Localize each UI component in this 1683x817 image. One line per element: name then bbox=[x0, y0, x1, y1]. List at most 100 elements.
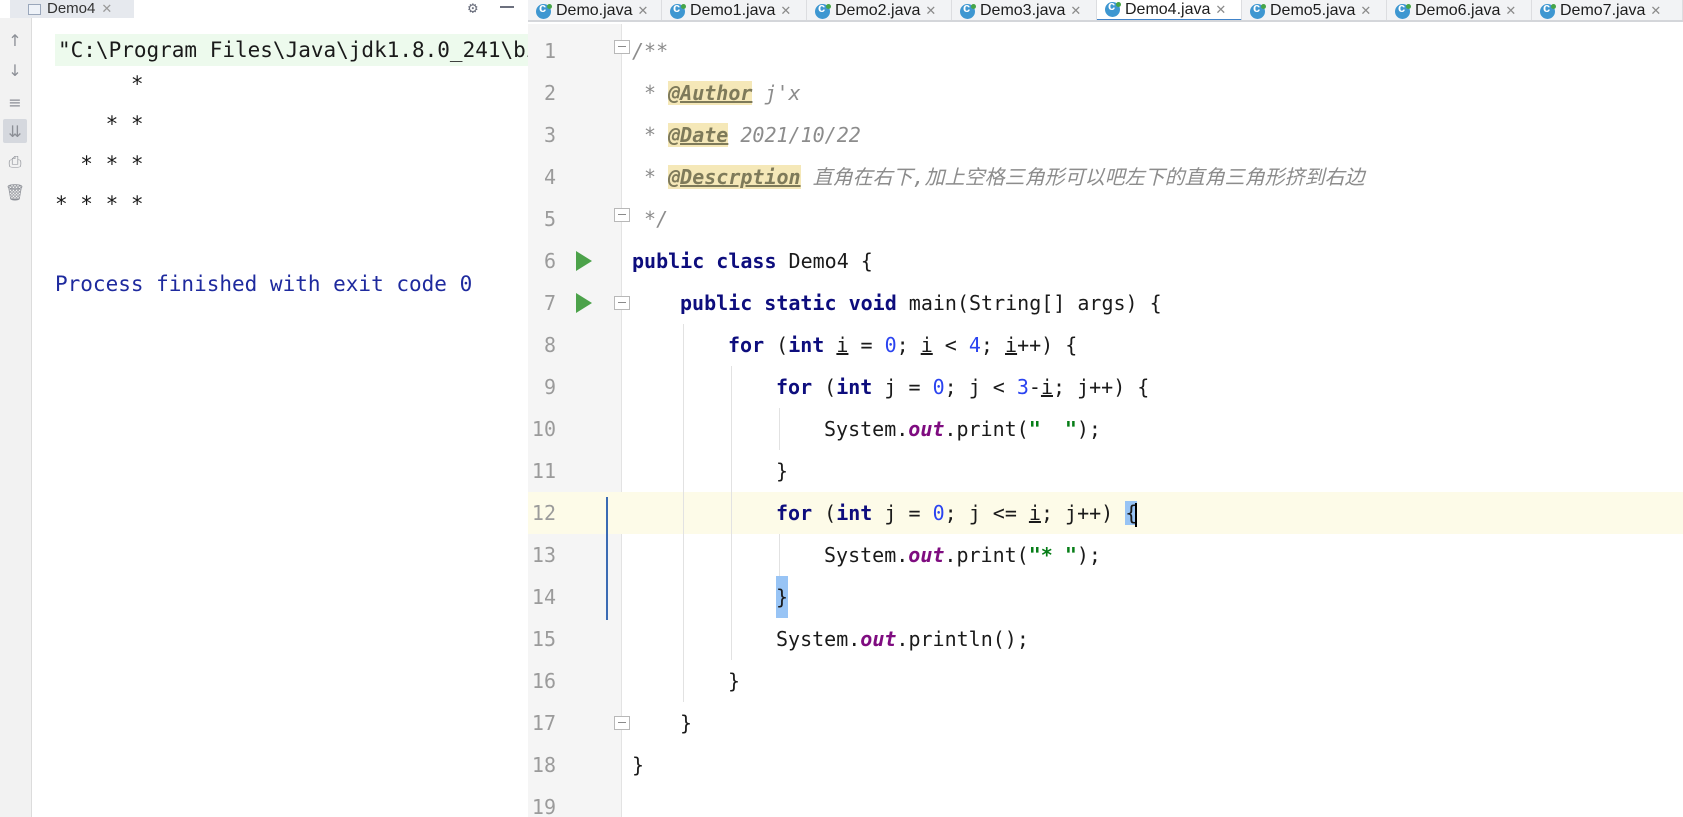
close-icon[interactable]: ✕ bbox=[1070, 3, 1081, 19]
run-tab-demo4[interactable]: Demo4 ✕ bbox=[10, 0, 134, 18]
code-line[interactable]: 4 * @Descrption 直角在右下,加上空格三角形可以吧左下的直角三角形… bbox=[528, 156, 1683, 198]
code-line[interactable]: 3 * @Date 2021/10/22 bbox=[528, 114, 1683, 156]
tab-demo3-java[interactable]: Demo3.java ✕ bbox=[952, 0, 1097, 20]
tab-label: Demo.java bbox=[556, 2, 633, 19]
tab-demo2-java[interactable]: Demo2.java ✕ bbox=[807, 0, 952, 20]
tab-label: Demo5.java bbox=[1270, 2, 1356, 19]
minimize-icon[interactable] bbox=[500, 6, 514, 8]
close-icon[interactable]: ✕ bbox=[780, 3, 791, 19]
code-text: } bbox=[632, 753, 645, 777]
tab-label: Demo7.java bbox=[1560, 2, 1646, 19]
tab-demo6-java[interactable]: Demo6.java ✕ bbox=[1387, 0, 1532, 20]
code-line[interactable]: 11 } bbox=[528, 450, 1683, 492]
java-class-icon bbox=[1250, 0, 1266, 19]
line-number: 12 bbox=[531, 501, 556, 525]
gear-icon[interactable]: ⚙ bbox=[468, 0, 478, 17]
static-field: out bbox=[860, 627, 897, 651]
close-icon[interactable]: ✕ bbox=[101, 1, 112, 17]
tab-demo5-java[interactable]: Demo5.java ✕ bbox=[1242, 0, 1387, 20]
tab-demo4-java[interactable]: Demo4.java ✕ bbox=[1097, 0, 1242, 20]
arrow-down-icon[interactable]: ↓ bbox=[3, 58, 27, 82]
code-line[interactable]: 14 } bbox=[528, 576, 1683, 618]
console-output-line: * * * * bbox=[55, 192, 144, 216]
soft-wrap-icon[interactable]: ≡ bbox=[3, 90, 27, 114]
matched-brace: } bbox=[776, 576, 789, 618]
run-toolbar: ↑ ↓ ≡ ⇊ ⎙ 🗑 bbox=[0, 18, 32, 817]
javadoc-tag: @Date bbox=[668, 123, 729, 147]
keyword: for bbox=[776, 501, 813, 525]
keyword: int bbox=[836, 501, 873, 525]
run-icon[interactable] bbox=[576, 293, 592, 313]
code-text: /** bbox=[632, 39, 669, 63]
close-icon[interactable]: ✕ bbox=[1360, 3, 1371, 19]
tab-demo7-java[interactable]: Demo7.java ✕ bbox=[1532, 0, 1683, 20]
line-number: 18 bbox=[531, 753, 556, 777]
keyword: static bbox=[764, 291, 837, 315]
code-line[interactable]: 15 System.out.println(); bbox=[528, 618, 1683, 660]
editor-tab-bar: Demo.java ✕ Demo1.java ✕ Demo2.java ✕ De… bbox=[528, 0, 1683, 22]
vcs-change-marker bbox=[606, 497, 608, 620]
line-number: 16 bbox=[531, 669, 556, 693]
number-literal: 0 bbox=[884, 333, 897, 357]
close-icon[interactable]: ✕ bbox=[1505, 3, 1516, 19]
fold-icon[interactable] bbox=[614, 40, 630, 54]
line-number: 15 bbox=[531, 627, 556, 651]
code-line[interactable]: 17 } bbox=[528, 702, 1683, 744]
keyword: public bbox=[632, 249, 705, 273]
trash-icon[interactable]: 🗑 bbox=[3, 180, 27, 204]
arrow-up-icon[interactable]: ↑ bbox=[3, 28, 27, 52]
line-number: 13 bbox=[531, 543, 556, 567]
fold-icon[interactable] bbox=[614, 716, 630, 730]
console-output[interactable]: "C:\Program Files\Java\jdk1.8.0_241\bin\… bbox=[33, 18, 528, 817]
run-tab-label: Demo4 bbox=[47, 0, 96, 17]
indent-guide bbox=[683, 324, 684, 702]
line-number: 10 bbox=[531, 417, 556, 441]
code-text: } bbox=[776, 459, 789, 483]
code-line[interactable]: 7 public static void main(String[] args)… bbox=[528, 282, 1683, 324]
code-text: 直角在右下,加上空格三角形可以吧左下的直角三角形挤到右边 bbox=[800, 165, 1365, 189]
code-line[interactable]: 19 bbox=[528, 786, 1683, 817]
scroll-to-end-icon[interactable]: ⇊ bbox=[3, 119, 27, 143]
code-line[interactable]: 10 System.out.print(" "); bbox=[528, 408, 1683, 450]
static-field: out bbox=[908, 543, 945, 567]
keyword: public bbox=[680, 291, 753, 315]
number-literal: 0 bbox=[932, 501, 945, 525]
string-literal: " " bbox=[1028, 417, 1077, 441]
code-line[interactable]: 9 for (int j = 0; j < 3-i; j++) { bbox=[528, 366, 1683, 408]
fold-icon[interactable] bbox=[614, 208, 630, 222]
print-icon[interactable]: ⎙ bbox=[3, 150, 27, 174]
close-icon[interactable]: ✕ bbox=[637, 3, 648, 19]
code-text: System. bbox=[824, 417, 909, 441]
console-output-line: * bbox=[55, 72, 144, 96]
keyword: class bbox=[716, 249, 777, 273]
indent-guide bbox=[731, 366, 732, 660]
code-line[interactable]: 1 /** bbox=[528, 30, 1683, 72]
tab-demo1-java[interactable]: Demo1.java ✕ bbox=[662, 0, 807, 20]
code-line[interactable]: 6 public class Demo4 { bbox=[528, 240, 1683, 282]
close-icon[interactable]: ✕ bbox=[1215, 2, 1226, 18]
code-text: .println(); bbox=[896, 627, 1029, 651]
console-exit-message: Process finished with exit code 0 bbox=[55, 272, 473, 296]
number-literal: 0 bbox=[932, 375, 945, 399]
code-text: System. bbox=[824, 543, 909, 567]
run-icon[interactable] bbox=[576, 251, 592, 271]
variable: i bbox=[920, 333, 933, 357]
code-line[interactable]: 16 } bbox=[528, 660, 1683, 702]
code-line-current[interactable]: 12 for (int j = 0; j <= i; j++) { bbox=[528, 492, 1683, 534]
number-literal: 3 bbox=[1016, 375, 1029, 399]
tab-label: Demo6.java bbox=[1415, 2, 1501, 19]
java-class-icon bbox=[1540, 0, 1556, 19]
code-line[interactable]: 2 * @Author j'x bbox=[528, 72, 1683, 114]
close-icon[interactable]: ✕ bbox=[1650, 3, 1661, 19]
code-line[interactable]: 18 } bbox=[528, 744, 1683, 786]
close-icon[interactable]: ✕ bbox=[925, 3, 936, 19]
tab-demo-java[interactable]: Demo.java ✕ bbox=[528, 0, 662, 20]
code-line[interactable]: 5 */ bbox=[528, 198, 1683, 240]
console-output-line: * * bbox=[55, 112, 144, 136]
code-line[interactable]: 13 System.out.print("* "); bbox=[528, 534, 1683, 576]
code-line[interactable]: 8 for (int i = 0; i < 4; i++) { bbox=[528, 324, 1683, 366]
line-number: 17 bbox=[531, 711, 556, 735]
string-literal: "* " bbox=[1028, 543, 1077, 567]
keyword: for bbox=[728, 333, 765, 357]
fold-icon[interactable] bbox=[614, 296, 630, 310]
